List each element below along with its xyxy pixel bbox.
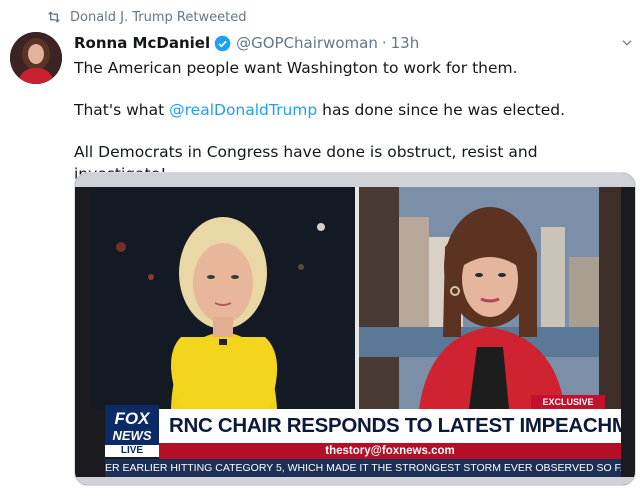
retweet-context[interactable]: Donald J. Trump Retweeted — [46, 8, 246, 26]
retweet-icon — [48, 11, 60, 23]
mention-link[interactable]: @realDonaldTrump — [169, 101, 317, 119]
author-handle[interactable]: @GOPChairwoman — [236, 34, 378, 52]
tweet-header: Ronna McDaniel @GOPChairwoman · 13h — [74, 32, 628, 54]
retweet-label: Donald J. Trump Retweeted — [70, 9, 247, 25]
anchor-image — [91, 187, 355, 409]
tweet-video[interactable]: EXCLUSIVE FOX NEWS LIVE RNC CHAIR RESPON… — [74, 172, 636, 486]
video-anchor-panel — [91, 187, 355, 409]
tweet-text-segment: has done since he was elected. — [317, 101, 566, 119]
chevron-down-icon[interactable] — [620, 36, 634, 50]
chyron-headline: RNC CHAIR RESPONDS TO LATEST IMPEACHMENT… — [159, 409, 621, 443]
verified-badge-icon — [214, 35, 231, 51]
news-ticker: ER EARLIER HITTING CATEGORY 5, WHICH MAD… — [105, 459, 621, 477]
live-badge: LIVE — [105, 445, 159, 457]
guest-image — [359, 187, 621, 409]
avatar[interactable] — [10, 32, 62, 84]
author-display-name[interactable]: Ronna McDaniel — [74, 34, 210, 52]
avatar-image — [10, 32, 62, 84]
video-frame-border — [75, 173, 635, 187]
tweet-line: The American people want Washington to w… — [74, 59, 518, 77]
exclusive-badge: EXCLUSIVE — [531, 395, 605, 409]
chyron-url: thestory@foxnews.com — [159, 443, 621, 459]
tweet-line-with-mention: That's what @realDonaldTrump has done si… — [74, 99, 630, 121]
tweet-timestamp[interactable]: 13h — [391, 34, 420, 52]
tweet-text-segment: That's what — [74, 101, 170, 119]
fox-logo-top: FOX — [114, 409, 150, 428]
video-frame-border-bottom — [75, 477, 635, 485]
video-guest-panel — [359, 187, 621, 409]
fox-logo-bottom: NEWS — [112, 428, 152, 443]
fox-news-logo: FOX NEWS LIVE — [105, 405, 159, 457]
separator-dot: · — [381, 34, 387, 52]
